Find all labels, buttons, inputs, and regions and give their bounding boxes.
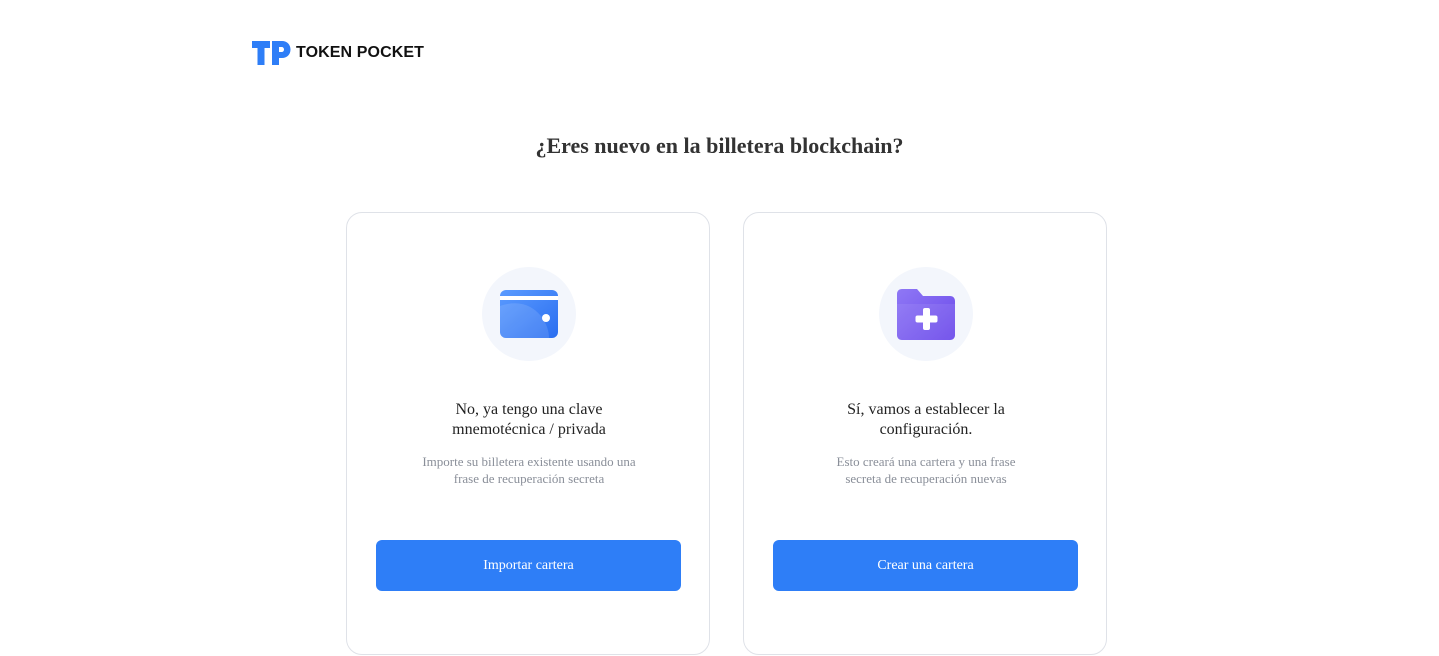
card-description: Esto creará una cartera y una frase secr… (836, 454, 1016, 486)
icon-circle (879, 267, 973, 361)
card-title: No, ya tengo una clave mnemotécnica / pr… (452, 401, 606, 438)
create-wallet-card: Sí, vamos a establecer la configuración.… (743, 212, 1107, 655)
create-wallet-button[interactable]: Crear una cartera (773, 540, 1078, 591)
import-wallet-button[interactable]: Importar cartera (376, 540, 681, 591)
card-title: Sí, vamos a establecer la configuración. (847, 401, 1005, 438)
icon-circle (482, 267, 576, 361)
header: TOKEN POCKET (251, 39, 424, 67)
folder-plus-icon (897, 289, 955, 340)
card-description: Importe su billetera existente usando un… (422, 454, 636, 486)
token-pocket-logo-icon[interactable] (251, 39, 291, 67)
wallet-icon (500, 290, 558, 338)
page-title: ¿Eres nuevo en la billetera blockchain? (535, 133, 904, 158)
brand-name: TOKEN POCKET (296, 44, 425, 61)
import-wallet-card: No, ya tengo una clave mnemotécnica / pr… (346, 212, 710, 655)
